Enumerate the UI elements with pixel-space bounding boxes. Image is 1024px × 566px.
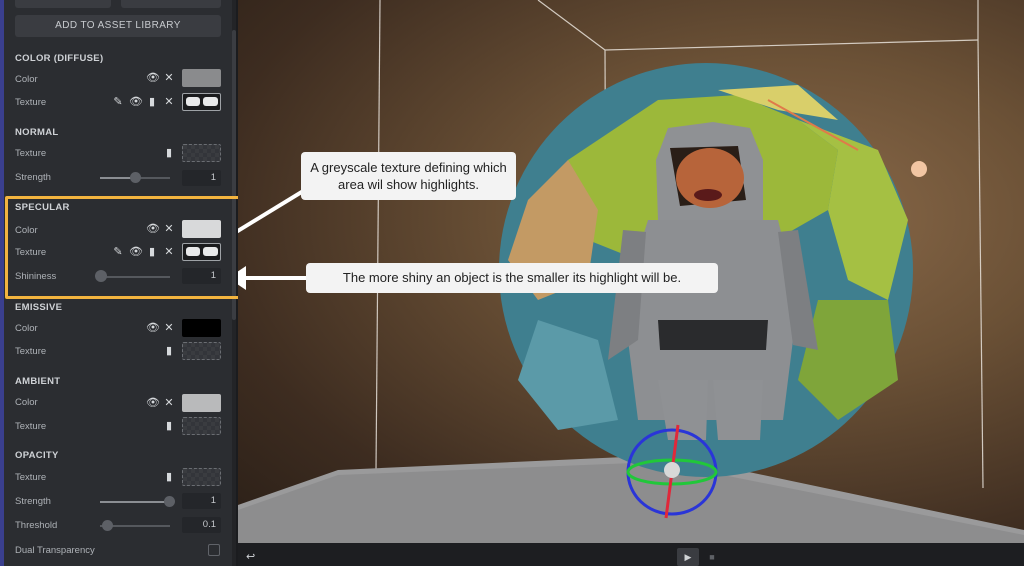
diffuse-texture-thumbnail[interactable] (182, 93, 221, 111)
ambient-color-label: Color (15, 397, 38, 408)
diffuse-color-label: Color (15, 74, 38, 85)
emissive-texture-label: Texture (15, 346, 47, 357)
folder-icon[interactable]: ▮ (163, 147, 175, 159)
close-icon[interactable]: ✕ (163, 322, 175, 334)
opacity-strength-slider-knob[interactable] (164, 496, 175, 507)
close-icon[interactable]: ✕ (163, 96, 175, 108)
normal-strength-input[interactable]: 1 (182, 170, 221, 186)
eye-icon[interactable]: 👁 (129, 96, 143, 108)
opacity-strength-label: Strength (15, 496, 51, 507)
folder-icon[interactable]: ▮ (146, 96, 158, 108)
ambient-texture-label: Texture (15, 421, 47, 432)
stop-button[interactable]: ■ (702, 548, 722, 566)
close-icon[interactable]: ✕ (163, 397, 175, 409)
section-title-emissive: EMISSIVE (15, 302, 63, 313)
normal-texture-slot[interactable] (182, 144, 221, 162)
opacity-strength-input[interactable]: 1 (182, 493, 221, 509)
ambient-texture-slot[interactable] (182, 417, 221, 435)
pencil-icon[interactable]: ✎ (112, 96, 124, 108)
section-title-normal: NORMAL (15, 127, 59, 138)
threshold-input[interactable]: 0.1 (182, 517, 221, 533)
opacity-texture-label: Texture (15, 472, 47, 483)
folder-icon[interactable]: ▮ (163, 471, 175, 483)
exit-icon[interactable]: ↩ (246, 551, 258, 563)
diffuse-texture-label: Texture (15, 97, 47, 108)
normal-texture-label: Texture (15, 148, 47, 159)
ambient-color-swatch[interactable] (182, 394, 221, 412)
section-title-color-diffuse: COLOR (DIFFUSE) (15, 53, 104, 64)
section-title-opacity: OPACITY (15, 450, 59, 461)
import-button[interactable]: IMPORT (15, 0, 111, 8)
eye-icon[interactable]: 👁 (146, 322, 160, 334)
opacity-strength-slider-fill (100, 501, 168, 503)
folder-icon[interactable]: ▮ (163, 420, 175, 432)
normal-strength-label: Strength (15, 172, 51, 183)
play-button[interactable]: ▶ (677, 548, 699, 566)
close-icon[interactable]: ✕ (163, 72, 175, 84)
opacity-texture-slot[interactable] (182, 468, 221, 486)
dual-transparency-label: Dual Transparency (15, 545, 95, 556)
section-title-ambient: AMBIENT (15, 376, 61, 387)
texture-tip-callout: A greyscale texture defining which area … (301, 152, 516, 200)
opacity-threshold-label: Threshold (15, 520, 58, 531)
duplicate-button[interactable]: DUPLICATE (121, 0, 221, 8)
diffuse-color-swatch[interactable] (182, 69, 221, 87)
specular-highlight-box (5, 196, 250, 299)
viewport-bottom-bar (238, 543, 1024, 566)
emissive-texture-slot[interactable] (182, 342, 221, 360)
eye-icon[interactable]: 👁 (146, 397, 160, 409)
add-to-asset-library-button[interactable]: ADD TO ASSET LIBRARY (15, 15, 221, 37)
emissive-color-label: Color (15, 323, 38, 334)
folder-icon[interactable]: ▮ (163, 345, 175, 357)
eye-icon[interactable]: 👁 (146, 72, 160, 84)
emissive-color-swatch[interactable] (182, 319, 221, 337)
panel-accent-bar (0, 0, 4, 566)
threshold-slider-knob[interactable] (102, 520, 113, 531)
shininess-tip-callout: The more shiny an object is the smaller … (306, 263, 718, 293)
normal-strength-slider-knob[interactable] (130, 172, 141, 183)
dual-transparency-checkbox[interactable] (208, 544, 220, 556)
